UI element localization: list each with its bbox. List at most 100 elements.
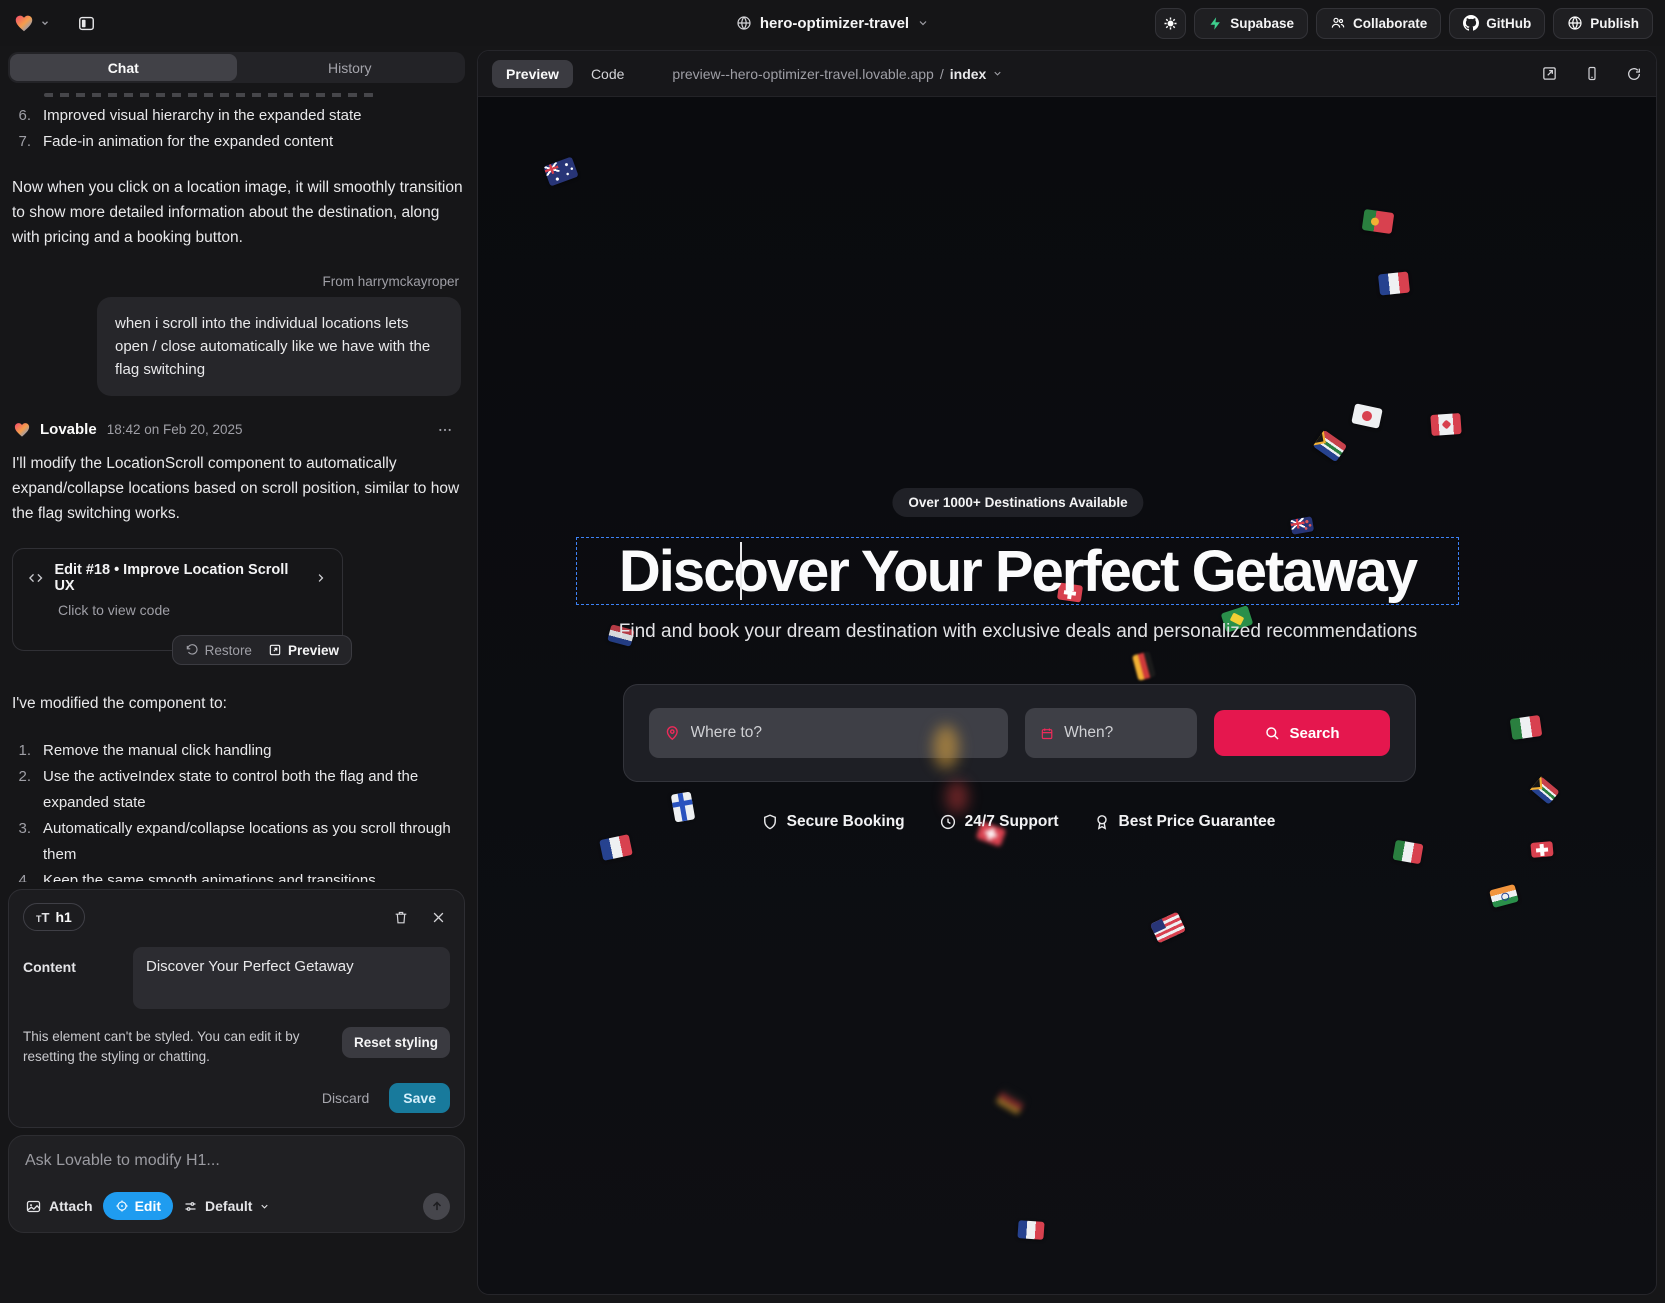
mexico-flag: [1510, 715, 1543, 740]
search-label: Search: [1289, 725, 1339, 742]
save-button[interactable]: Save: [389, 1083, 450, 1113]
edit-mode-button[interactable]: Edit: [103, 1192, 173, 1220]
chevron-down-icon: [259, 1201, 270, 1212]
preview-edit-button[interactable]: Preview: [268, 643, 339, 658]
edit-card-title: Edit #18 • Improve Location Scroll UX: [54, 562, 304, 594]
panel-left-icon: [77, 14, 96, 33]
attach-button[interactable]: Attach: [25, 1198, 93, 1215]
letter-case-icon: TT: [36, 910, 49, 925]
trust-label: Secure Booking: [787, 813, 905, 831]
composer-input[interactable]: [25, 1152, 450, 1170]
image-icon: [25, 1198, 42, 1215]
assistant-paragraph: I've modified the component to:: [12, 691, 463, 716]
delete-element-button[interactable]: [393, 909, 409, 926]
chat-history-tabs: Chat History: [8, 52, 465, 83]
close-icon: [431, 910, 446, 925]
chat-scroll-area[interactable]: 6. Improved visual hierarchy in the expa…: [0, 83, 473, 882]
blurred-flag-glow: [946, 781, 968, 813]
reset-styling-button[interactable]: Reset styling: [342, 1027, 450, 1058]
sidebar-toggle-button[interactable]: [70, 7, 102, 39]
github-button[interactable]: GitHub: [1449, 8, 1545, 39]
assistant-name: Lovable: [40, 421, 97, 438]
content-textarea[interactable]: Discover Your Perfect Getaway: [133, 947, 450, 1009]
model-selector[interactable]: Default: [183, 1198, 270, 1214]
when-input[interactable]: [1064, 724, 1182, 742]
supabase-icon: [1208, 16, 1223, 31]
search-button[interactable]: Search: [1214, 710, 1390, 756]
numbered-list-bottom: 1. Remove the manual click handling 2. U…: [12, 738, 463, 882]
code-icon: [27, 569, 44, 587]
settings-button[interactable]: [1155, 8, 1186, 39]
content-label: Content: [23, 947, 119, 1009]
clipped-text-line: [44, 93, 374, 97]
preview-url[interactable]: preview--hero-optimizer-travel.lovable.a…: [672, 66, 1003, 82]
discard-button[interactable]: Discard: [322, 1090, 369, 1106]
lovable-logo-menu[interactable]: [12, 12, 50, 34]
restore-button[interactable]: Restore: [185, 643, 252, 658]
list-item: 3. Automatically expand/collapse locatio…: [12, 816, 463, 868]
collaborate-button[interactable]: Collaborate: [1316, 8, 1441, 39]
calendar-icon: [1040, 725, 1054, 742]
refresh-button[interactable]: [1626, 66, 1642, 82]
element-tag-label: h1: [55, 909, 71, 925]
external-link-icon: [1541, 65, 1558, 82]
target-icon: [115, 1199, 129, 1213]
trust-item-support: 24/7 Support: [939, 813, 1059, 831]
message-sender-label: From harrymckayroper: [12, 274, 463, 289]
list-text: Remove the manual click handling: [43, 738, 271, 764]
open-in-new-tab-button[interactable]: [1541, 65, 1558, 82]
send-button[interactable]: [423, 1193, 450, 1220]
hero-subtitle: Find and book your dream destination wit…: [478, 621, 1558, 643]
chat-panel: Chat History 6. Improved visual hierarch…: [0, 46, 473, 1303]
collaborate-label: Collaborate: [1353, 16, 1427, 31]
canada-flag: [1430, 413, 1461, 436]
close-editor-button[interactable]: [431, 910, 446, 925]
chevron-down-icon[interactable]: [917, 17, 929, 29]
chat-composer: Attach Edit Default: [8, 1135, 465, 1233]
search-card: Search: [623, 684, 1416, 782]
supabase-button[interactable]: Supabase: [1194, 8, 1308, 39]
tab-preview[interactable]: Preview: [492, 60, 573, 88]
h1-selection-outline[interactable]: Discover Your Perfect Getaway: [576, 537, 1459, 605]
lovable-heart-icon: [12, 420, 32, 439]
when-field[interactable]: [1025, 708, 1197, 758]
model-label: Default: [205, 1198, 252, 1214]
project-name[interactable]: hero-optimizer-travel: [760, 15, 909, 32]
list-item: 1. Remove the manual click handling: [12, 738, 463, 764]
github-icon: [1463, 15, 1479, 31]
mobile-view-button[interactable]: [1584, 65, 1600, 82]
message-timestamp: 18:42 on Feb 20, 2025: [107, 422, 243, 437]
search-icon: [1264, 725, 1280, 741]
edit-card-actions: Restore Preview: [172, 635, 352, 665]
award-icon: [1093, 813, 1111, 831]
trust-item-guarantee: Best Price Guarantee: [1093, 813, 1276, 831]
list-text: Automatically expand/collapse locations …: [43, 816, 463, 868]
preview-label: Preview: [288, 643, 339, 658]
publish-button[interactable]: Publish: [1553, 8, 1653, 39]
clock-icon: [939, 813, 957, 831]
element-tag-pill[interactable]: TT h1: [23, 903, 85, 931]
tab-code[interactable]: Code: [577, 60, 638, 88]
text-caret: [740, 542, 742, 600]
france-flag: [1378, 271, 1410, 295]
top-bar: hero-optimizer-travel Supabase Collabora…: [0, 0, 1665, 46]
list-number: 6.: [12, 103, 43, 129]
url-page: index: [950, 66, 987, 82]
edit-code-card[interactable]: Edit #18 • Improve Location Scroll UX Cl…: [12, 548, 343, 651]
tab-chat[interactable]: Chat: [10, 54, 237, 81]
gear-icon: [1162, 15, 1179, 32]
tab-history[interactable]: History: [237, 54, 464, 81]
location-pin-icon: [664, 724, 681, 742]
element-editor-panel: TT h1 Content Discover Your Perfect: [8, 889, 465, 1128]
hero-title[interactable]: Discover Your Perfect Getaway: [619, 538, 1416, 605]
message-menu-button[interactable]: [437, 422, 463, 438]
user-message-bubble: when i scroll into the individual locati…: [97, 297, 461, 396]
assistant-message-header: Lovable 18:42 on Feb 20, 2025: [12, 420, 463, 439]
preview-frame: Preview Code preview--hero-optimizer-tra…: [477, 50, 1657, 1295]
chevron-right-icon: [314, 571, 328, 585]
refresh-icon: [1626, 66, 1642, 82]
edit-mode-label: Edit: [135, 1198, 161, 1214]
mobile-icon: [1584, 65, 1600, 82]
list-number: 1.: [12, 738, 43, 764]
trust-badges-row: Secure Booking 24/7 Support Best Price G…: [478, 813, 1558, 831]
